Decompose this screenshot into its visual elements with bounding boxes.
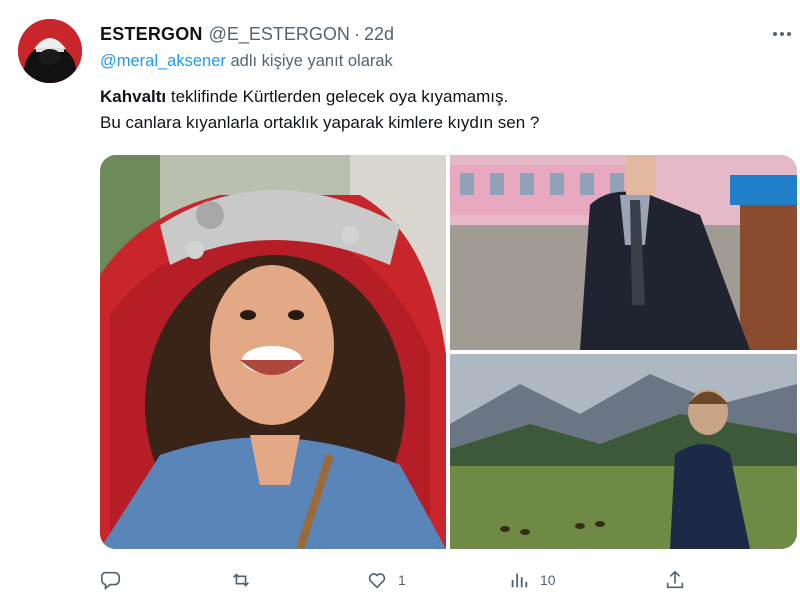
reply-icon	[101, 571, 121, 590]
like-count: 1	[398, 572, 406, 588]
tweet-header: ESTERGON @E_ESTERGON · 22d	[100, 20, 394, 48]
like-button[interactable]: 1	[366, 566, 406, 594]
retweet-icon	[233, 573, 249, 587]
avatar[interactable]	[18, 19, 82, 83]
views-button[interactable]: 10	[508, 566, 556, 594]
reply-context-text: adlı kişiye yanıt olarak	[225, 52, 393, 70]
display-name[interactable]: ESTERGON	[100, 24, 203, 45]
more-icon[interactable]	[770, 24, 794, 44]
reply-button[interactable]	[100, 566, 132, 594]
share-button[interactable]	[664, 566, 686, 594]
photo-man-suit[interactable]	[450, 155, 797, 350]
like-icon	[368, 573, 386, 589]
media-grid	[100, 155, 797, 549]
reply-mention-link[interactable]: @meral_aksener	[100, 52, 226, 70]
user-handle[interactable]: @E_ESTERGON	[209, 24, 350, 45]
action-bar: 1 10	[100, 566, 700, 594]
photo-woman-headscarf[interactable]	[100, 155, 446, 549]
tweet-text-line-2: Bu canlara kıyanlarla ortaklık yaparak k…	[100, 113, 540, 132]
tweet-text-bold: Kahvaltı	[100, 87, 167, 106]
retweet-button[interactable]	[230, 566, 262, 594]
tweet: ESTERGON @E_ESTERGON · 22d @meral_aksene…	[0, 0, 800, 608]
photo-boy-mountains[interactable]	[450, 354, 797, 549]
reply-context: @meral_aksener adlı kişiye yanıt olarak	[100, 52, 393, 71]
share-icon	[666, 570, 684, 589]
views-count: 10	[540, 572, 556, 588]
separator-dot: ·	[353, 23, 360, 44]
timestamp[interactable]: 22d	[364, 24, 394, 45]
tweet-text-line-1-rest: teklifinde Kürtlerden gelecek oya kıyama…	[166, 87, 509, 106]
tweet-text-line-1: Kahvaltı teklifinde Kürtlerden gelecek o…	[100, 84, 539, 110]
tweet-text: Kahvaltı teklifinde Kürtlerden gelecek o…	[100, 84, 539, 136]
views-icon	[511, 573, 528, 588]
